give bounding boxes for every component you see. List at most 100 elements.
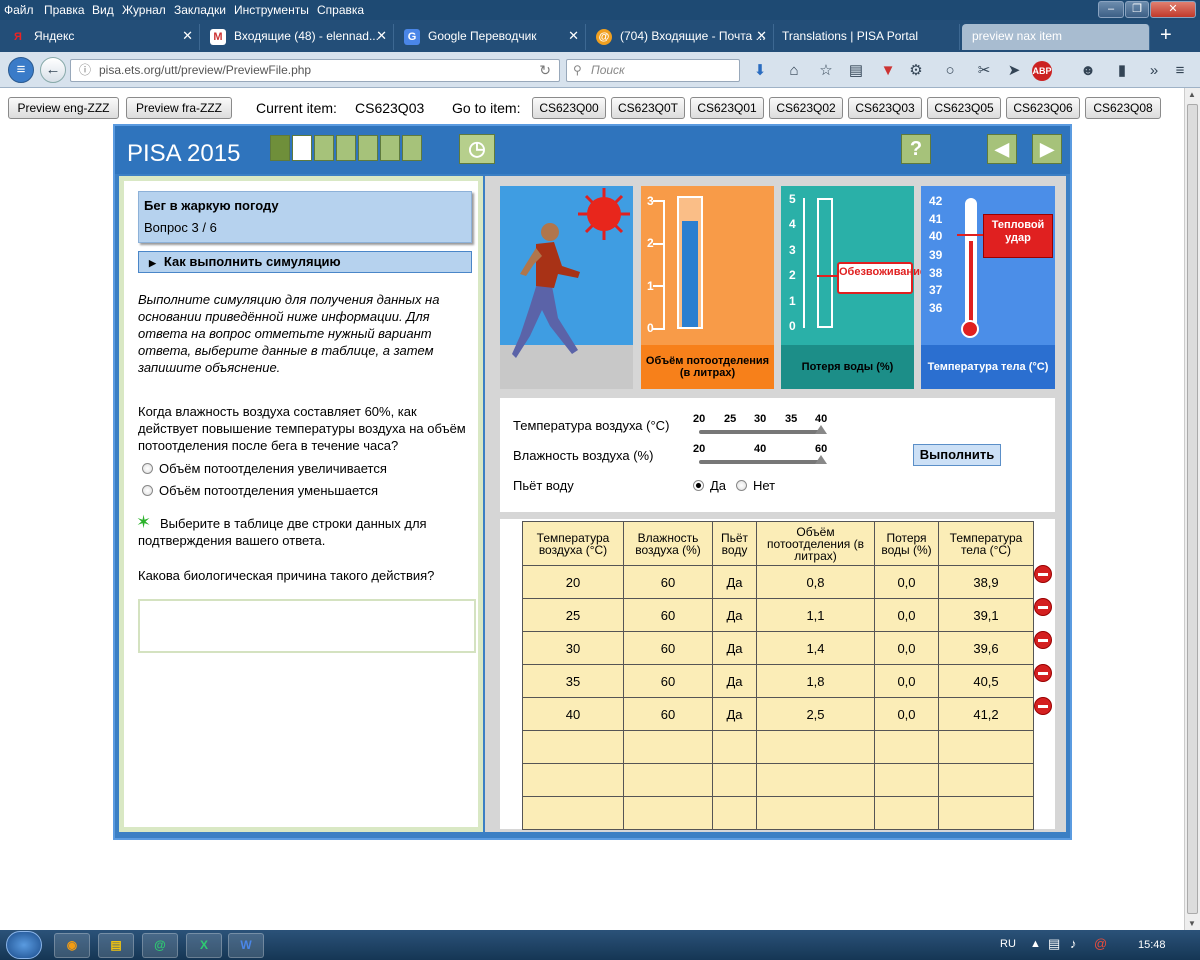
radio-button[interactable] <box>142 463 153 474</box>
preview-eng-button[interactable]: Preview eng-ZZZ <box>8 97 119 119</box>
tab-preview-item[interactable]: preview nax item <box>962 24 1150 50</box>
run-simulation-button[interactable]: Выполнить <box>913 444 1001 466</box>
battery-icon[interactable]: ▮ <box>1112 61 1132 81</box>
close-tab-icon[interactable]: ✕ <box>376 24 387 48</box>
overflow-menu-icon[interactable]: » <box>1144 61 1164 81</box>
table-row[interactable]: 25 60 Да 1,1 0,0 39,1 <box>522 598 1034 632</box>
mail-at-icon: @ <box>596 29 612 45</box>
goto-item-button[interactable]: CS623Q00 <box>532 97 606 119</box>
close-tab-icon[interactable]: ✕ <box>568 24 579 48</box>
radio-button[interactable] <box>736 480 747 491</box>
adblock-icon[interactable]: ABP <box>1032 61 1052 81</box>
humidity-slider-handle[interactable] <box>815 455 827 464</box>
clipboard-icon[interactable]: ▤ <box>846 61 866 81</box>
tab-google-translate[interactable]: G Google Переводчик ✕ <box>394 24 586 50</box>
minimize-button[interactable]: – <box>1098 1 1124 18</box>
explorer-taskbar-icon[interactable]: ▤ <box>98 933 134 958</box>
goto-item-button[interactable]: CS623Q02 <box>769 97 843 119</box>
drink-no-option[interactable]: Нет <box>736 478 775 493</box>
send-icon[interactable]: ➤ <box>1004 61 1024 81</box>
delete-row-icon[interactable] <box>1034 664 1052 682</box>
sweat-volume-gauge: 3 2 1 0 Объём потоотделения (в литрах) <box>641 186 774 389</box>
back-arrow-icon[interactable]: ← <box>40 57 66 83</box>
goto-item-button[interactable]: CS623Q08 <box>1085 97 1161 119</box>
menu-edit[interactable]: Правка <box>44 3 85 17</box>
goto-item-button[interactable]: CS623Q06 <box>1006 97 1080 119</box>
new-tab-icon[interactable]: + <box>1160 24 1172 47</box>
chat-icon[interactable]: ○ <box>940 61 960 81</box>
how-to-run-simulation-button[interactable]: ▶ Как выполнить симуляцию <box>138 251 472 273</box>
previous-arrow-icon[interactable]: ◀ <box>987 134 1017 164</box>
explanation-textarea[interactable] <box>138 599 476 653</box>
close-window-button[interactable]: ✕ <box>1150 1 1196 18</box>
url-field[interactable]: ⓘ pisa.ets.org/utt/preview/PreviewFile.p… <box>70 59 560 82</box>
tab-translations-portal[interactable]: Translations | PISA Portal <box>774 24 960 50</box>
answer-option-increase[interactable]: Объём потоотделения увеличивается <box>142 460 472 477</box>
start-button[interactable] <box>6 931 42 959</box>
pocket-icon[interactable]: ▼ <box>878 61 898 81</box>
tab-mail-ru[interactable]: @ (704) Входящие - Почта ... ✕ <box>586 24 774 50</box>
menu-bookmarks[interactable]: Закладки <box>174 3 226 17</box>
reload-icon[interactable]: ↻ <box>539 60 551 81</box>
close-tab-icon[interactable]: ✕ <box>756 24 767 48</box>
firefox-taskbar-icon[interactable]: ◉ <box>54 933 90 958</box>
tab-mail[interactable]: M Входящие (48) - elennad... ✕ <box>200 24 394 50</box>
answer-option-decrease[interactable]: Объём потоотделения уменьшается <box>142 482 472 499</box>
menu-view[interactable]: Вид <box>92 3 114 17</box>
page-scrollbar[interactable]: ▲ ▼ <box>1184 88 1200 930</box>
download-icon[interactable]: ⬇ <box>750 61 770 81</box>
word-taskbar-icon[interactable]: W <box>228 933 264 958</box>
screenshot-icon[interactable]: ✂ <box>974 61 994 81</box>
table-row[interactable]: 40 60 Да 2,5 0,0 41,2 <box>522 697 1034 731</box>
tray-arrow-icon[interactable]: ▲ <box>1030 938 1041 950</box>
mail-agent-icon[interactable]: @ <box>1094 936 1107 951</box>
bookmark-star-icon[interactable]: ☆ <box>816 61 836 81</box>
home-icon[interactable]: ⌂ <box>784 61 804 81</box>
table-row[interactable]: 20 60 Да 0,8 0,0 38,9 <box>522 565 1034 599</box>
water-tick: 0 <box>789 319 796 333</box>
search-input[interactable]: ⚲ Поиск <box>566 59 740 82</box>
menu-history[interactable]: Журнал <box>122 3 166 17</box>
delete-row-icon[interactable] <box>1034 631 1052 649</box>
network-icon[interactable]: ▤ <box>1048 936 1060 952</box>
user-icon[interactable]: ☻ <box>1078 61 1098 81</box>
humidity-slider[interactable] <box>699 460 823 464</box>
help-button[interactable]: ? <box>901 134 931 164</box>
temp-tick: 40 <box>929 229 943 243</box>
goto-item-button[interactable]: CS623Q0T <box>611 97 685 119</box>
table-row[interactable]: 35 60 Да 1,8 0,0 40,5 <box>522 664 1034 698</box>
scrollbar-thumb[interactable] <box>1187 104 1198 914</box>
radio-button[interactable] <box>142 485 153 496</box>
table-row[interactable] <box>522 763 1034 797</box>
excel-taskbar-icon[interactable]: X <box>186 933 222 958</box>
mail-taskbar-icon[interactable]: @ <box>142 933 178 958</box>
goto-item-button[interactable]: CS623Q05 <box>927 97 1001 119</box>
next-arrow-icon[interactable]: ▶ <box>1032 134 1062 164</box>
menu-tools[interactable]: Инструменты <box>234 3 309 17</box>
radio-button-selected[interactable] <box>693 480 704 491</box>
air-temperature-slider-handle[interactable] <box>815 425 827 434</box>
language-indicator[interactable]: RU <box>1000 938 1016 950</box>
close-tab-icon[interactable]: ✕ <box>182 24 193 48</box>
drink-yes-option[interactable]: Да <box>693 478 726 493</box>
goto-item-button[interactable]: CS623Q01 <box>690 97 764 119</box>
delete-row-icon[interactable] <box>1034 598 1052 616</box>
delete-row-icon[interactable] <box>1034 697 1052 715</box>
delete-row-icon[interactable] <box>1034 565 1052 583</box>
menu-file[interactable]: Файл <box>4 3 34 17</box>
air-temperature-slider[interactable] <box>699 430 823 434</box>
table-row[interactable] <box>522 730 1034 764</box>
hamburger-menu-icon[interactable]: ≡ <box>1170 61 1190 81</box>
tab-yandex[interactable]: Я Яндекс ✕ <box>0 24 200 50</box>
preview-fra-button[interactable]: Preview fra-ZZZ <box>126 97 232 119</box>
table-row[interactable] <box>522 796 1034 830</box>
table-row[interactable]: 30 60 Да 1,4 0,0 39,6 <box>522 631 1034 665</box>
maximize-button[interactable]: ❐ <box>1125 1 1149 18</box>
volume-icon[interactable]: ♪ <box>1070 936 1077 951</box>
menu-help[interactable]: Справка <box>317 3 364 17</box>
table-cell: 1,8 <box>756 664 875 698</box>
goto-item-button[interactable]: CS623Q03 <box>848 97 922 119</box>
simulation-panel: 3 2 1 0 Объём потоотделения (в литрах) 5… <box>485 176 1066 832</box>
extension-icon[interactable]: ⚙ <box>906 61 926 81</box>
firefox-menu-icon[interactable]: ≡ <box>8 57 34 83</box>
